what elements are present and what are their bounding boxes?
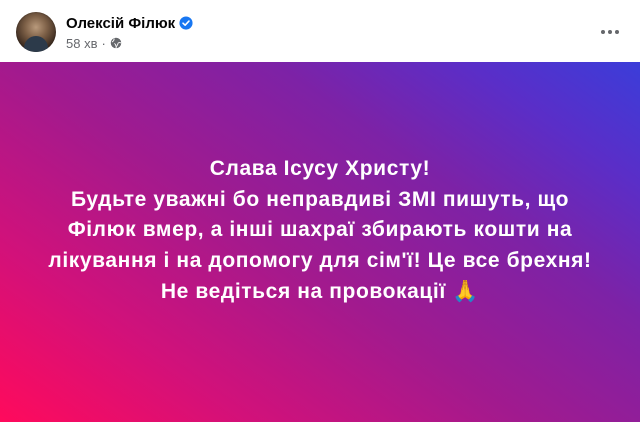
post-meta: 58 хв · [66, 35, 122, 51]
more-horizontal-icon [601, 30, 619, 34]
praying-hands-emoji: 🙏 [452, 279, 480, 304]
author-name[interactable]: Олексій Філюк [66, 15, 175, 32]
post-message: Слава Ісусу Христу! Будьте уважні бо неп… [40, 154, 600, 308]
globe-icon[interactable] [110, 37, 122, 49]
post-line: Філюк вмер, а інші шахраї збирають кошти… [67, 218, 573, 242]
verified-badge-icon [179, 16, 193, 30]
post-line: Слава Ісусу Христу! [209, 157, 431, 181]
meta-separator: · [101, 35, 106, 51]
post-line: лікування і на допомогу для сім'ї! Це вс… [48, 248, 592, 272]
post-text-background: Слава Ісусу Христу! Будьте уважні бо неп… [0, 62, 640, 422]
post-header: Олексій Філюк 58 хв · [0, 0, 640, 62]
facebook-post: Олексій Філюк 58 хв · Слава Ісусу Христу… [0, 0, 640, 422]
post-timestamp[interactable]: 58 хв [66, 36, 97, 51]
author-avatar[interactable] [16, 12, 56, 52]
post-line-text: Не ведіться на провокації [160, 280, 446, 304]
post-line: Будьте уважні бо неправдиві ЗМІ пишуть, … [71, 187, 569, 211]
more-options-button[interactable] [598, 22, 622, 42]
post-line-last: Не ведіться на провокації 🙏 [40, 276, 600, 308]
author-line: Олексій Філюк [66, 13, 193, 33]
